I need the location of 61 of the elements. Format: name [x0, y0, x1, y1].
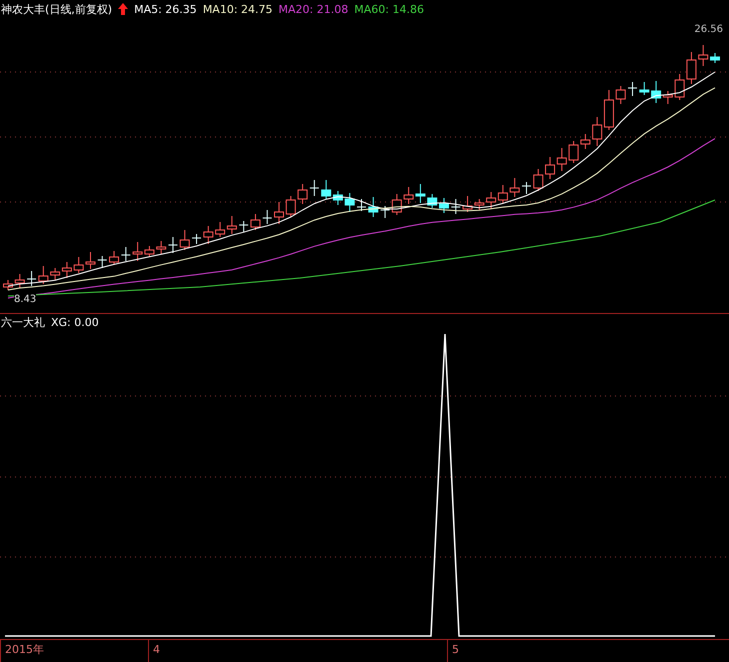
candlestick	[486, 192, 496, 210]
candlestick	[74, 256, 84, 274]
candlestick	[332, 190, 343, 206]
candlestick	[616, 86, 626, 104]
candlestick	[545, 156, 556, 180]
candlestick	[97, 256, 108, 268]
candlestick	[438, 198, 449, 214]
ma-reading: MA60: 14.86	[354, 2, 424, 16]
candlestick	[62, 262, 72, 278]
candlestick	[309, 180, 320, 196]
stock-title: 神农大丰(日线,前复权)	[1, 2, 112, 16]
candlestick	[710, 52, 720, 64]
candlestick	[368, 196, 378, 218]
candlestick	[109, 250, 120, 266]
high-price-label: 26.56	[694, 24, 723, 35]
candlestick	[298, 184, 308, 204]
candlestick	[556, 148, 567, 172]
ma-reading: MA5: 26.35	[134, 2, 197, 16]
candlestick	[498, 184, 508, 204]
candlestick	[262, 210, 272, 224]
candlestick	[604, 90, 614, 130]
candlestick	[628, 82, 638, 96]
candlestick	[226, 216, 237, 234]
candlestick	[38, 266, 48, 284]
candlestick	[168, 236, 178, 254]
candlestick	[427, 194, 438, 208]
candlestick	[286, 196, 296, 218]
candlestick	[238, 220, 249, 232]
ma-reading: MA10: 24.75	[202, 2, 273, 16]
candlestick	[686, 52, 696, 84]
candlestick	[321, 180, 332, 200]
candlestick	[85, 252, 96, 270]
candlestick	[26, 270, 37, 286]
indicator-title: 六一大礼	[1, 314, 45, 330]
time-axis-label: 5	[447, 640, 459, 662]
candlestick	[215, 222, 226, 238]
indicator-reading: XG: 0.00	[51, 316, 99, 328]
candlestick	[474, 198, 484, 210]
candlestick	[674, 74, 685, 100]
candlestick	[533, 168, 544, 192]
candlestick	[50, 268, 60, 280]
candlestick	[356, 198, 366, 212]
candlestick	[3, 280, 13, 290]
candlestick	[639, 82, 650, 96]
candlestick	[120, 246, 131, 262]
candlestick	[592, 116, 602, 146]
candlestick	[14, 274, 25, 288]
time-axis-label: 2015年	[0, 640, 148, 662]
candlestick	[180, 230, 190, 250]
candlestick	[415, 184, 426, 204]
candlestick	[450, 198, 461, 214]
up-arrow-icon	[118, 3, 128, 15]
candlestick	[462, 196, 473, 212]
candlestick	[404, 186, 414, 204]
candlestick	[156, 240, 166, 254]
candlestick	[698, 44, 708, 66]
candlestick	[250, 214, 260, 230]
candlestick	[344, 192, 355, 212]
candlestick	[274, 202, 284, 224]
ma-reading: MA20: 21.08	[278, 2, 348, 16]
time-axis-label: 4	[148, 640, 447, 662]
